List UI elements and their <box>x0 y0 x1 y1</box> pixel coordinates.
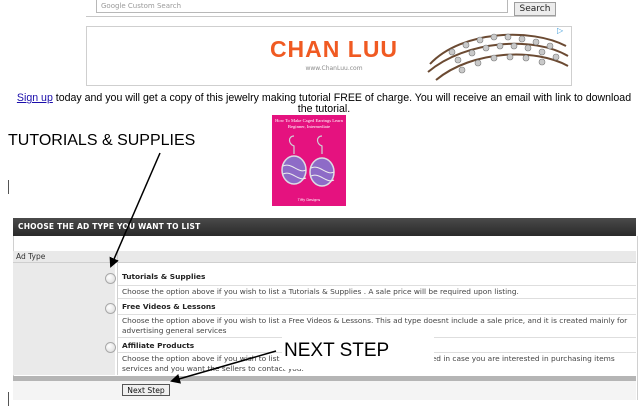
play-triangle-icon[interactable]: ▷ <box>557 26 569 36</box>
signup-link[interactable]: Sign up <box>17 92 53 104</box>
column-header <box>13 251 636 263</box>
annotation-next-step: NEXT STEP <box>284 340 390 361</box>
signup-text: today and you will get a copy of this je… <box>52 92 632 115</box>
option-label: Affiliate Products <box>122 341 195 350</box>
annotation-tutorials: TUTORIALS & SUPPLIES <box>8 132 196 149</box>
search-input[interactable]: Google Custom Search <box>96 0 508 13</box>
margin-mark <box>8 392 9 406</box>
bracelet-image <box>427 33 569 81</box>
row-divider <box>118 298 636 299</box>
row-divider <box>118 285 636 286</box>
radio-tutorials-supplies[interactable] <box>105 273 116 284</box>
ad-url: www.ChanLuu.com <box>305 65 363 72</box>
margin-mark <box>8 180 9 194</box>
book-footer: Tiffy Designs <box>297 198 321 202</box>
option-description: Choose the option above if you wish to l… <box>122 287 519 296</box>
search-button[interactable]: Search <box>514 2 556 16</box>
button-row <box>13 381 636 400</box>
signup-paragraph: Sign up today and you will get a copy of… <box>14 93 634 115</box>
option-label: Tutorials & Supplies <box>122 272 206 281</box>
panel-title: CHOOSE THE AD TYPE YOU WANT TO LIST <box>18 222 201 231</box>
label-column <box>13 263 115 375</box>
ad-brand-logo: CHAN LUU <box>269 36 399 62</box>
book-title: How To Make Caged Earrings Learn Beginne… <box>275 118 343 129</box>
column-divider <box>117 251 118 375</box>
option-label: Free Videos & Lessons <box>122 302 216 311</box>
radio-free-videos-lessons[interactable] <box>105 303 116 314</box>
next-step-button[interactable]: Next Step <box>122 384 170 396</box>
row-divider <box>118 314 636 315</box>
radio-affiliate-products[interactable] <box>105 342 116 353</box>
column-label: Ad Type <box>16 252 46 261</box>
earrings-image <box>281 135 335 187</box>
